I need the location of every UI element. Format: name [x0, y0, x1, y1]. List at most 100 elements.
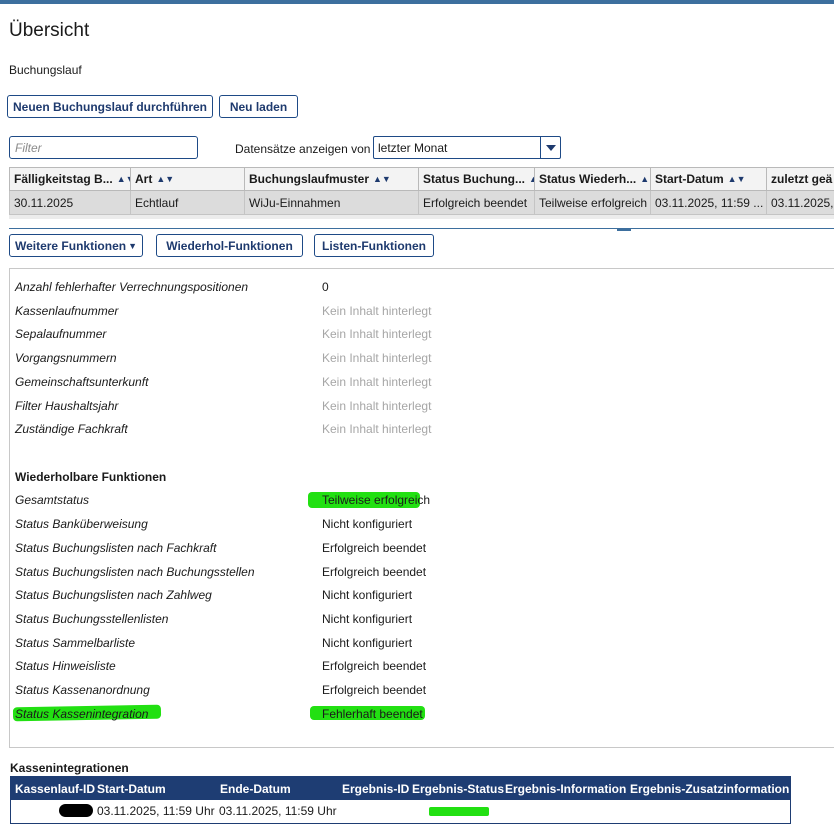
grid-header: Fälligkeitstag B...▲▼ Art▲▼ Buchungslauf… [9, 167, 834, 191]
column-header[interactable]: Fälligkeitstag B...▲▼ [9, 167, 130, 191]
detail-value: Teilweise erfolgreich [322, 493, 431, 507]
grid-cell: Erfolgreich beendet [418, 191, 534, 215]
column-header[interactable]: Art ▲▼ [130, 167, 244, 191]
repeat-functions-label: Wiederhol-Funktionen [166, 238, 293, 253]
detail-value: Nicht konfiguriert [322, 588, 413, 602]
column-header: Kassenlauf-ID [15, 782, 96, 796]
records-select[interactable]: letzter Monat [373, 136, 561, 159]
detail-value: Nicht konfiguriert [322, 517, 413, 531]
detail-row: Kassenlaufnummer Kein Inhalt hinterlegt [15, 304, 431, 318]
kassen-table: Kassenlauf-ID Start-Datum Ende-Datum Erg… [10, 776, 791, 824]
grid-cell: 30.11.2025 [9, 191, 130, 215]
detail-row: Sepalaufnummer Kein Inhalt hinterlegt [15, 327, 431, 341]
detail-row: Status Buchungslisten nach Buchungsstell… [15, 565, 426, 579]
detail-label: Status Buchungsstellenlisten [15, 612, 169, 626]
chevron-down-icon[interactable] [540, 137, 560, 158]
column-header: Ergebnis-Status [412, 782, 505, 796]
detail-value: Erfolgreich beendet [322, 565, 427, 579]
detail-label: Gemeinschaftsunterkunft [15, 375, 149, 389]
records-label: Datensätze anzeigen von [235, 142, 371, 156]
detail-value: Kein Inhalt hinterlegt [322, 422, 432, 436]
detail-label: Status Kassenintegration [15, 707, 149, 721]
detail-value: Erfolgreich beendet [322, 541, 427, 555]
details-panel: Anzahl fehlerhafter Verrechnungsposition… [9, 268, 834, 748]
detail-label: Zuständige Fachkraft [15, 422, 128, 436]
highlight-mark [429, 807, 489, 816]
column-header: Ergebnis-Information [505, 782, 627, 796]
detail-row: Vorgangsnummern Kein Inhalt hinterlegt [15, 351, 431, 365]
list-functions-button[interactable]: Listen-Funktionen [314, 234, 434, 257]
detail-row: Status Hinweisliste Erfolgreich beendet [15, 659, 426, 673]
detail-label: Status Banküberweisung [15, 517, 148, 531]
top-bar [0, 0, 834, 4]
sort-icon[interactable]: ▲▼ [640, 174, 650, 184]
detail-value: Kein Inhalt hinterlegt [322, 351, 432, 365]
caret-down-icon: ▼ [128, 240, 138, 251]
table-row[interactable]: 30.11.2025 Echtlauf WiJu-Einnahmen Erfol… [9, 191, 834, 215]
detail-value: 0 [322, 280, 329, 294]
reload-label: Neu laden [229, 99, 288, 114]
grid-scrollbar[interactable] [9, 215, 834, 219]
column-header[interactable]: Start-Datum ▲▼ [650, 167, 766, 191]
detail-label: Sepalaufnummer [15, 327, 107, 341]
detail-label: Status Buchungslisten nach Fachkraft [15, 541, 217, 555]
table-row[interactable]: 03.11.2025, 11:59 Uhr 03.11.2025, 11:59 … [11, 800, 790, 824]
detail-value: Kein Inhalt hinterlegt [322, 304, 432, 318]
page-subtitle: Buchungslauf [9, 63, 82, 77]
column-header: Ende-Datum [220, 782, 291, 796]
repeat-heading: Wiederholbare Funktionen [15, 470, 167, 484]
detail-row: Zuständige Fachkraft Kein Inhalt hinterle… [15, 422, 431, 436]
splitter[interactable] [9, 228, 834, 229]
grid-cell: 03.11.2025, 11:59 ... [650, 191, 766, 215]
column-header: Ergebnis-ID [342, 782, 410, 796]
detail-label: Filter Haushaltsjahr [15, 399, 119, 413]
detail-row: Status Kassenanordnung Erfolgreich beende… [15, 683, 426, 697]
more-functions-label: Weitere Funktionen [14, 238, 127, 253]
kassen-header: Kassenlauf-ID Start-Datum Ende-Datum Erg… [11, 777, 790, 800]
list-functions-label: Listen-Funktionen [322, 238, 426, 253]
repeat-functions-button[interactable]: Wiederhol-Funktionen [156, 234, 303, 257]
splitter-handle[interactable] [617, 228, 631, 231]
column-header: Ergebnis-Zusatzinformation [630, 782, 790, 796]
detail-value: Kein Inhalt hinterlegt [322, 375, 432, 389]
grid-cell: Teilweise erfolgreich [534, 191, 650, 215]
detail-row: Status Kassenintegration Fehlerhaft beend… [15, 707, 423, 721]
records-select-value: letzter Monat [378, 140, 448, 155]
column-header[interactable]: zuletzt geä [766, 167, 834, 191]
filter-input[interactable] [9, 136, 198, 159]
grid-cell: Echtlauf [130, 191, 244, 215]
detail-label: Vorgangsnummern [15, 351, 117, 365]
new-run-button[interactable]: Neuen Buchungslauf durchführen [7, 95, 213, 118]
detail-label: Status Buchungslisten nach Zahlweg [15, 588, 212, 602]
page-title: Übersicht [9, 20, 90, 41]
detail-label: Status Buchungslisten nach Buchungsstell… [15, 565, 255, 579]
detail-value: Nicht konfiguriert [322, 612, 413, 626]
kassen-start: 03.11.2025, 11:59 Uhr [97, 804, 215, 818]
detail-row: Filter Haushaltsjahr Kein Inhalt hinterle… [15, 399, 431, 413]
detail-label: Status Hinweisliste [15, 659, 116, 673]
detail-row: Anzahl fehlerhafter Verrechnungsposition… [15, 280, 329, 294]
sort-icon[interactable]: ▲▼ [156, 174, 174, 184]
sort-icon[interactable]: ▲▼ [728, 174, 746, 184]
column-header[interactable]: Status Wiederh...▲▼ [534, 167, 650, 191]
detail-row: Status Banküberweisung Nicht konfiguriert [15, 517, 412, 531]
sort-icon[interactable]: ▲▼ [373, 174, 391, 184]
detail-row: Status Buchungslisten nach Fachkraft Erfo… [15, 541, 426, 555]
detail-value: Nicht konfiguriert [322, 636, 413, 650]
detail-row: Status Buchungslisten nach Zahlweg Nicht … [15, 588, 412, 602]
kassen-end: 03.11.2025, 11:59 Uhr [219, 804, 337, 818]
column-header: Start-Datum [97, 782, 166, 796]
grid-cell: WiJu-Einnahmen [244, 191, 418, 215]
more-functions-button[interactable]: Weitere Funktionen ▼ [9, 234, 143, 257]
reload-button[interactable]: Neu laden [219, 95, 298, 118]
detail-value: Kein Inhalt hinterlegt [322, 399, 432, 413]
column-header[interactable]: Buchungslaufmuster ▲▼ [244, 167, 418, 191]
detail-label: Kassenlaufnummer [15, 304, 119, 318]
kassen-title: Kassenintegrationen [10, 761, 129, 775]
grid-cell: 03.11.2025, [766, 191, 834, 215]
detail-row: Gemeinschaftsunterkunft Kein Inhalt hinte… [15, 375, 431, 389]
column-header[interactable]: Status Buchung...▲▼ [418, 167, 534, 191]
detail-row: Gesamtstatus Teilweise erfolgreich [15, 493, 430, 507]
sort-icon[interactable]: ▲▼ [117, 174, 130, 184]
detail-value: Fehlerhaft beendet [322, 707, 423, 721]
